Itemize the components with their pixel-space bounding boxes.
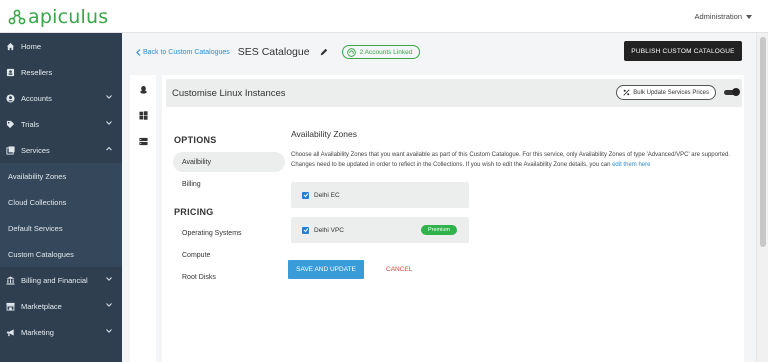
resellers-icon: [6, 68, 15, 77]
server-icon[interactable]: [139, 137, 148, 146]
user-menu-label: Administration: [694, 12, 742, 21]
zone-delhi-vpc[interactable]: Delhi VPC Premium: [291, 217, 469, 243]
bulk-update-label: Bulk Update Services Prices: [633, 89, 709, 96]
zones-description: Choose all Availability Zones that you w…: [291, 151, 739, 170]
sidebar: Home Resellers Accounts Trials Services …: [0, 33, 122, 362]
user-menu[interactable]: Administration: [694, 12, 752, 21]
sidebar-item-label: Home: [21, 41, 42, 51]
option-availability[interactable]: Availbility: [173, 152, 285, 172]
chevron-up-icon: [106, 146, 112, 151]
zones-title: Availability Zones: [291, 129, 357, 139]
pricing-heading: PRICING: [174, 207, 214, 217]
user-icon: [6, 93, 15, 103]
zones-description-text: Choose all Availability Zones that you w…: [291, 152, 730, 168]
chevron-down-icon: [106, 303, 112, 307]
edit-zones-link[interactable]: edit them here: [612, 162, 650, 168]
zone-delhi-ec[interactable]: Delhi EC: [291, 182, 469, 208]
pencil-icon[interactable]: [320, 48, 328, 56]
percent-icon: [623, 89, 630, 96]
pricing-compute[interactable]: Compute: [173, 245, 285, 265]
sidebar-item-accounts[interactable]: Accounts: [0, 85, 122, 111]
sidebar-subitem-label: Availability Zones: [8, 171, 67, 181]
scrollbar-thumb[interactable]: [760, 37, 766, 247]
sidebar-item-label: Marketing: [21, 327, 54, 337]
card-title: Customise Linux Instances: [172, 88, 286, 99]
home-icon: [6, 42, 15, 51]
catalogue-card: Customise Linux Instances Bulk Update Se…: [162, 75, 744, 362]
accounts-linked-label: 2 Accounts Linked: [359, 48, 413, 56]
save-and-update-button[interactable]: SAVE AND UPDATE: [288, 260, 364, 279]
sidebar-subitem-cloud-collections[interactable]: Cloud Collections: [0, 189, 122, 215]
brand-name: apiculus: [28, 6, 109, 28]
back-link-label: Back to Custom Catalogues: [143, 48, 230, 56]
zone-name: Delhi VPC: [314, 226, 344, 234]
megaphone-icon: [6, 328, 15, 337]
windows-icon[interactable]: [139, 111, 148, 120]
option-billing[interactable]: Billing: [173, 174, 285, 194]
sidebar-item-label: Accounts: [21, 93, 52, 103]
sidebar-subitem-availability-zones[interactable]: Availability Zones: [0, 163, 122, 189]
services-icon: [6, 145, 15, 155]
chevron-down-icon: [106, 277, 112, 281]
main-content: Back to Custom Catalogues SES Catalogue …: [122, 33, 756, 362]
service-toggle[interactable]: [724, 88, 740, 96]
page-title: SES Catalogue: [237, 46, 310, 58]
sidebar-subitem-label: Custom Catalogues: [8, 249, 74, 259]
sidebar-subitem-label: Default Services: [8, 223, 63, 233]
sidebar-item-label: Services: [21, 145, 50, 155]
sidebar-item-billing-and-financial[interactable]: Billing and Financial: [0, 267, 122, 293]
store-icon: [6, 302, 15, 311]
pricing-root-disks[interactable]: Root Disks: [173, 267, 285, 287]
cancel-button[interactable]: CANCEL: [386, 266, 412, 273]
caret-down-icon: [746, 14, 752, 19]
sidebar-item-label: Billing and Financial: [21, 275, 88, 285]
pricing-operating-systems[interactable]: Operating Systems: [173, 223, 285, 243]
sidebar-item-resellers[interactable]: Resellers: [0, 59, 122, 85]
premium-badge: Premium: [420, 225, 457, 235]
sidebar-item-trials[interactable]: Trials: [0, 111, 122, 137]
apiculus-logo[interactable]: apiculus: [8, 6, 108, 28]
top-bar: apiculus Administration: [0, 0, 768, 33]
breadcrumb: Back to Custom Catalogues SES Catalogue …: [136, 45, 421, 59]
sidebar-item-marketplace[interactable]: Marketplace: [0, 293, 122, 319]
sidebar-item-label: Trials: [21, 119, 40, 129]
linux-icon[interactable]: [139, 85, 148, 94]
sidebar-item-services[interactable]: Services: [0, 137, 122, 163]
publish-catalogue-button[interactable]: PUBLISH CUSTOM CATALOGUE: [624, 41, 742, 61]
chevron-left-icon: [136, 48, 141, 56]
toggle-knob: [732, 88, 740, 96]
chevron-down-icon: [106, 121, 112, 125]
chevron-down-icon: [106, 329, 112, 333]
page-scrollbar[interactable]: [756, 33, 768, 362]
os-type-strip: [130, 75, 156, 362]
link-icon: [346, 47, 356, 57]
checkbox-checked-icon[interactable]: [302, 226, 309, 234]
accounts-linked-badge[interactable]: 2 Accounts Linked: [341, 45, 421, 59]
bulk-update-prices-button[interactable]: Bulk Update Services Prices: [616, 85, 716, 100]
sidebar-item-marketing[interactable]: Marketing: [0, 319, 122, 345]
sidebar-subitem-custom-catalogues[interactable]: Custom Catalogues: [0, 241, 122, 267]
sidebar-item-home[interactable]: Home: [0, 33, 122, 59]
card-header: Customise Linux Instances Bulk Update Se…: [166, 79, 742, 107]
sidebar-item-label: Marketplace: [21, 301, 62, 311]
sidebar-item-label: Resellers: [21, 67, 53, 77]
sidebar-subitem-label: Cloud Collections: [8, 197, 67, 207]
bank-icon: [6, 275, 15, 285]
checkbox-checked-icon[interactable]: [302, 191, 309, 199]
tag-icon: [6, 120, 15, 129]
zone-name: Delhi EC: [314, 191, 340, 199]
sidebar-subitem-default-services[interactable]: Default Services: [0, 215, 122, 241]
chevron-down-icon: [106, 95, 112, 99]
logo-mark-icon: [8, 9, 26, 25]
options-heading: OPTIONS: [174, 135, 217, 145]
back-link[interactable]: Back to Custom Catalogues: [136, 49, 230, 56]
